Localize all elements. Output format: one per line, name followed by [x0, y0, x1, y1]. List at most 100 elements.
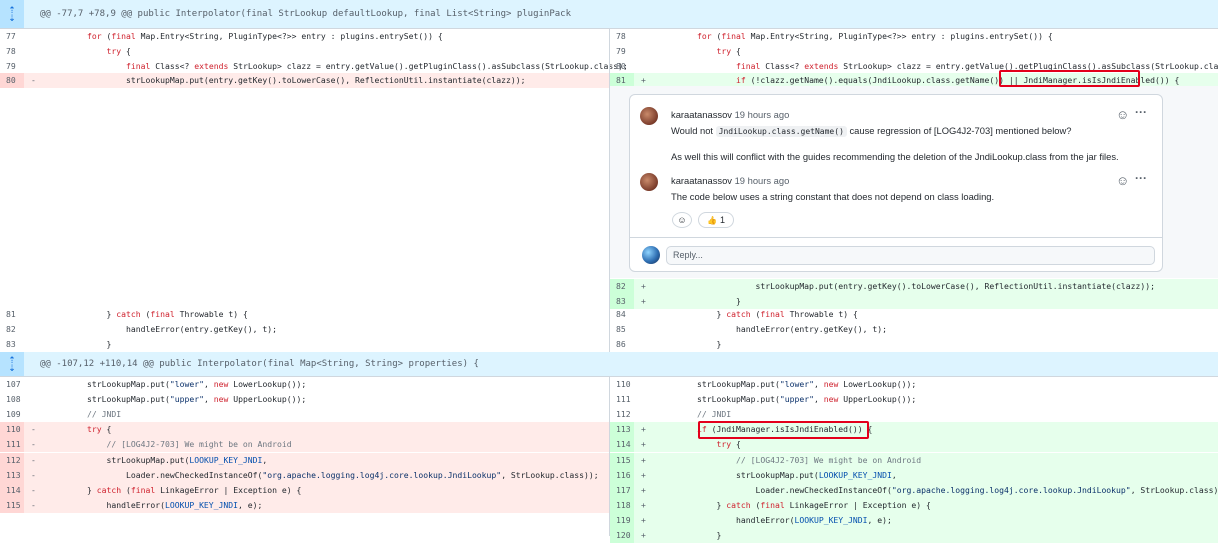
diff-line: 110- try { [0, 422, 609, 438]
diff-line: 113- Loader.newCheckedInstanceOf("org.ap… [0, 467, 609, 483]
diff-line: 82 handleError(entry.getKey(), t); [0, 322, 609, 337]
code-text: // JNDI [48, 409, 122, 420]
comment-author[interactable]: karaatanassov [671, 175, 732, 186]
reaction-count: 1 [719, 215, 725, 225]
line-number[interactable]: 79 [610, 44, 634, 59]
code-text: // JNDI [658, 409, 732, 420]
line-number[interactable]: 81 [0, 307, 24, 322]
thumbs-up-reaction[interactable]: 👍 1 [698, 212, 734, 228]
code-text: try { [86, 424, 112, 435]
comment-author[interactable]: karaatanassov [671, 109, 732, 120]
line-number[interactable]: 114 [0, 482, 24, 498]
diff-line: 78 try { [0, 44, 609, 59]
code-text: } catch (final LinkageError | Exception … [48, 484, 302, 495]
diff-line: 82 + strLookupMap.put(entry.getKey().toLo… [610, 279, 1218, 294]
line-number[interactable]: 85 [610, 322, 634, 337]
line-number[interactable]: 110 [0, 422, 24, 438]
line-number[interactable]: 116 [610, 467, 634, 483]
diff-sign: + [641, 439, 646, 450]
expand-lines-button[interactable]: ⇡ ⇣ [0, 352, 24, 376]
line-number[interactable]: 84 [610, 307, 634, 322]
divider [630, 237, 1162, 238]
diff-line: 108 strLookupMap.put("upper", new UpperL… [0, 392, 609, 407]
line-number[interactable]: 113 [0, 467, 24, 483]
reply-input[interactable]: Reply... [666, 246, 1155, 265]
column-divider [609, 376, 610, 536]
expand-lines-button[interactable]: ⇡ ⇣ [0, 0, 24, 28]
line-number[interactable]: 117 [610, 482, 634, 498]
code-text: } [48, 338, 112, 349]
line-number[interactable]: 119 [610, 512, 634, 528]
more-options-icon[interactable]: ··· [1135, 105, 1147, 119]
code-text: // [LOG4J2-703] We might be on Android [48, 439, 292, 450]
line-number[interactable]: 82 [0, 322, 24, 337]
inline-code: JndiLookup.class.getName() [715, 126, 847, 137]
diff-sign: - [31, 484, 36, 495]
hunk-header: ⇡ ⇣ @@ -107,12 +110,14 @@ public Interpo… [0, 352, 1218, 377]
diff-sign: + [641, 454, 646, 465]
diff-sign: - [31, 469, 36, 480]
diff-line: 115- handleError(LOOKUP_KEY_JNDI, e); [0, 497, 609, 513]
diff-line: 81 } catch (final Throwable t) { [0, 307, 609, 322]
diff-line: 79 try { [610, 44, 1218, 59]
diff-line: 114- } catch (final LinkageError | Excep… [0, 482, 609, 498]
line-number[interactable]: 83 [0, 337, 24, 352]
diff-line: 115 + // [LOG4J2-703] We might be on Andr… [610, 452, 1218, 468]
line-number[interactable]: 78 [610, 29, 634, 44]
avatar[interactable] [640, 173, 658, 191]
diff-sign: + [641, 469, 646, 480]
comment-timestamp[interactable]: 19 hours ago [735, 175, 790, 186]
comment-header: karaatanassov 19 hours ago [671, 109, 789, 120]
diff-line: 112 // JNDI [610, 407, 1218, 422]
code-text: handleError(LOOKUP_KEY_JNDI, e); [658, 514, 892, 525]
line-number[interactable]: 80 [610, 59, 634, 74]
add-reaction-icon[interactable]: ☺ [1116, 107, 1129, 122]
line-number[interactable]: 107 [0, 377, 24, 392]
diff-line: 86 } [610, 337, 1218, 352]
current-user-avatar [642, 246, 660, 264]
line-number[interactable]: 115 [0, 497, 24, 513]
add-reaction-button[interactable]: ☺ [672, 212, 692, 228]
diff-line: 83 } [0, 337, 609, 352]
line-number[interactable]: 82 [610, 279, 634, 294]
hunk-header: ⇡ ⇣ @@ -77,7 +78,9 @@ public Interpolato… [0, 0, 1218, 29]
line-number[interactable]: 78 [0, 44, 24, 59]
diff-line: 110 strLookupMap.put("lower", new LowerL… [610, 377, 1218, 392]
comment-timestamp[interactable]: 19 hours ago [735, 109, 790, 120]
line-number[interactable]: 118 [610, 497, 634, 513]
line-number[interactable]: 112 [610, 407, 634, 422]
line-number[interactable]: 80 [0, 73, 24, 89]
line-number[interactable]: 111 [610, 392, 634, 407]
line-number[interactable]: 113 [610, 422, 634, 438]
add-reaction-icon[interactable]: ☺ [1116, 173, 1129, 188]
diff-sign: + [641, 424, 646, 435]
highlight-box [999, 70, 1140, 87]
diff-line: 109 // JNDI [0, 407, 609, 422]
line-number[interactable]: 79 [0, 59, 24, 74]
line-number[interactable]: 111 [0, 437, 24, 453]
code-text: Loader.newCheckedInstanceOf("org.apache.… [48, 469, 599, 480]
line-number[interactable]: 108 [0, 392, 24, 407]
line-number[interactable]: 77 [0, 29, 24, 44]
avatar[interactable] [640, 107, 658, 125]
diff-sign: + [641, 514, 646, 525]
more-options-icon[interactable]: ··· [1135, 171, 1147, 185]
diff-line: 79 final Class<? extends StrLookup> claz… [0, 59, 628, 74]
line-number[interactable]: 109 [0, 407, 24, 422]
code-text: handleError(entry.getKey(), t); [658, 323, 888, 334]
code-text: try { [106, 45, 131, 56]
code-text: } catch (final LinkageError | Exception … [658, 499, 931, 510]
split-diff-view: ⇡ ⇣ @@ -77,7 +78,9 @@ public Interpolato… [0, 0, 1218, 543]
diff-line: 107 strLookupMap.put("lower", new LowerL… [0, 377, 609, 392]
diff-line: 77 for (final Map.Entry<String, PluginTy… [0, 29, 609, 44]
review-comment-thread: karaatanassov 19 hours ago Would not Jnd… [629, 94, 1163, 272]
line-number[interactable]: 86 [610, 337, 634, 352]
diff-sign: + [641, 281, 646, 291]
line-number[interactable]: 114 [610, 437, 634, 453]
line-number[interactable]: 112 [0, 452, 24, 468]
code-text: strLookupMap.put(LOOKUP_KEY_JNDI, [48, 454, 268, 465]
line-number[interactable]: 115 [610, 452, 634, 468]
code-text: try { [716, 45, 741, 56]
diff-line: 84 } catch (final Throwable t) { [610, 307, 1218, 322]
line-number[interactable]: 110 [610, 377, 634, 392]
